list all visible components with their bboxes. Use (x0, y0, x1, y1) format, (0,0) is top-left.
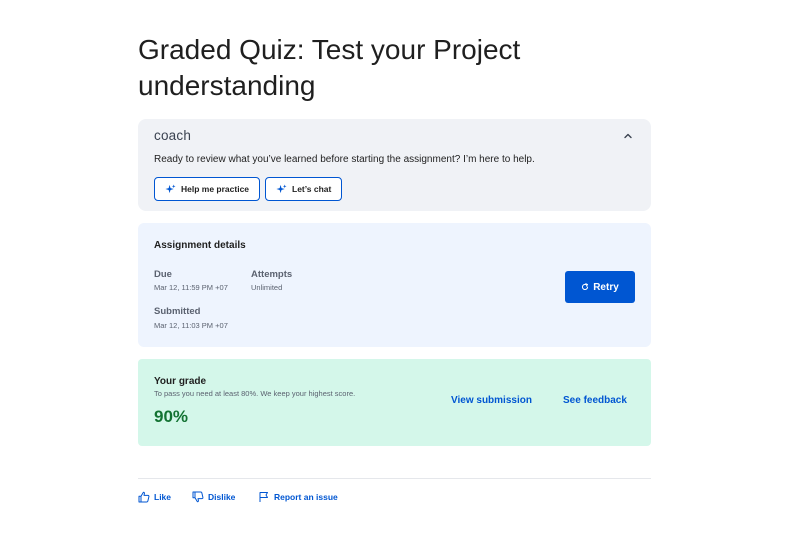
submitted-label: Submitted (154, 306, 201, 317)
help-me-practice-label: Help me practice (181, 184, 250, 194)
sparkle-icon (276, 183, 287, 195)
retry-label: Retry (593, 281, 619, 293)
view-submission-link[interactable]: View submission (451, 395, 532, 406)
flag-icon (259, 492, 268, 502)
dislike-button[interactable]: Dislike (192, 490, 235, 504)
grade-card: Your grade To pass you need at least 80%… (138, 359, 651, 446)
grade-value: 90% (154, 407, 189, 426)
see-feedback-link[interactable]: See feedback (563, 395, 627, 406)
attempts-label: Attempts (251, 269, 293, 280)
sparkle-icon (165, 183, 176, 195)
submitted-value: Mar 12, 11:03 PM +07 (154, 321, 228, 330)
thumbs-down-icon (192, 491, 204, 503)
like-button[interactable]: Like (138, 490, 171, 504)
grade-heading: Your grade (154, 376, 207, 387)
page-title: Graded Quiz: Test your Project understan… (138, 34, 521, 101)
like-label: Like (154, 492, 172, 502)
lets-chat-button[interactable]: Let’s chat (265, 177, 342, 201)
chevron-up-icon[interactable] (620, 128, 636, 144)
report-issue-button[interactable]: Report an issue (258, 490, 338, 504)
dislike-label: Dislike (208, 492, 236, 502)
thumbs-up-icon (138, 491, 150, 503)
help-me-practice-button[interactable]: Help me practice (154, 177, 260, 201)
assignment-details-heading: Assignment details (154, 240, 246, 251)
coach-logo: coach (154, 128, 192, 143)
retry-button[interactable]: Retry (565, 271, 635, 303)
coach-panel: coach Ready to review what you’ve learne… (138, 119, 651, 211)
report-issue-label: Report an issue (274, 492, 338, 502)
due-value: Mar 12, 11:59 PM +07 (154, 283, 228, 292)
divider (138, 478, 651, 479)
lets-chat-label: Let’s chat (292, 184, 332, 194)
due-label: Due (154, 269, 172, 280)
grade-note: To pass you need at least 80%. We keep y… (154, 389, 356, 398)
coach-message: Ready to review what you’ve learned befo… (154, 154, 535, 165)
refresh-icon (581, 283, 589, 291)
assignment-details-card: Assignment details Due Mar 12, 11:59 PM … (138, 223, 651, 347)
attempts-value: Unlimited (251, 283, 283, 292)
